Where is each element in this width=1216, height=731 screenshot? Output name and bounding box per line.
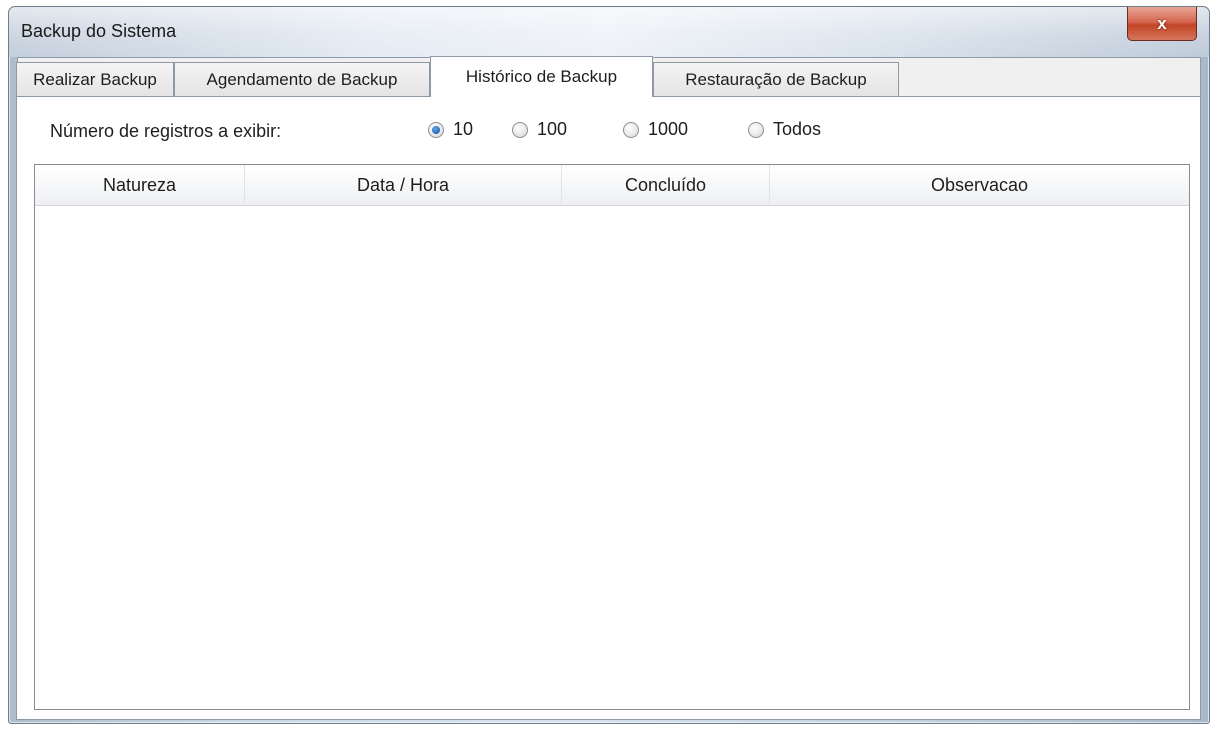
table-header: Natureza Data / Hora Concluído Observaca… [35,165,1189,206]
close-button[interactable]: x [1127,7,1197,41]
tab-restauracao-backup[interactable]: Restauração de Backup [653,62,899,96]
radio-label: 100 [537,119,568,139]
column-header-label: Data / Hora [356,174,450,195]
radio-unchecked-icon[interactable] [623,121,639,138]
tab-agendamento-backup[interactable]: Agendamento de Backup [174,62,430,96]
window-title: Backup do Sistema [21,21,177,41]
tab-label: Restauração de Backup [685,69,867,89]
radio-option-1000[interactable]: 1000 [623,119,688,140]
records-count-label: Número de registros a exibir: [50,121,282,141]
title-bar[interactable]: Backup do Sistema x [9,7,1209,57]
column-header-label: Concluído [624,174,707,195]
radio-unchecked-icon[interactable] [748,121,764,138]
column-header-concluido[interactable]: Concluído [562,165,770,205]
table-body[interactable] [35,206,1189,709]
column-header-natureza[interactable]: Natureza [35,165,245,205]
radio-option-todos[interactable]: Todos [748,119,821,140]
radio-label: 10 [453,119,474,139]
tab-realizar-backup[interactable]: Realizar Backup [16,62,174,96]
tab-historico-backup[interactable]: Histórico de Backup [430,56,653,97]
radio-unchecked-icon[interactable] [512,121,528,138]
radio-label: 1000 [648,119,689,139]
radio-label: Todos [773,119,822,139]
column-header-data-hora[interactable]: Data / Hora [245,165,562,205]
radio-checked-icon[interactable] [428,121,444,138]
tab-label: Histórico de Backup [465,67,618,86]
radio-option-10[interactable]: 10 [428,119,473,140]
column-header-label: Observacao [930,174,1029,195]
tab-label: Realizar Backup [33,69,157,89]
close-icon: x [1157,13,1167,33]
tab-label: Agendamento de Backup [206,69,398,89]
column-header-label: Natureza [102,174,177,195]
radio-option-100[interactable]: 100 [512,119,567,140]
backup-history-table[interactable]: Natureza Data / Hora Concluído Observaca… [34,164,1190,710]
column-header-observacao[interactable]: Observacao [770,165,1189,205]
